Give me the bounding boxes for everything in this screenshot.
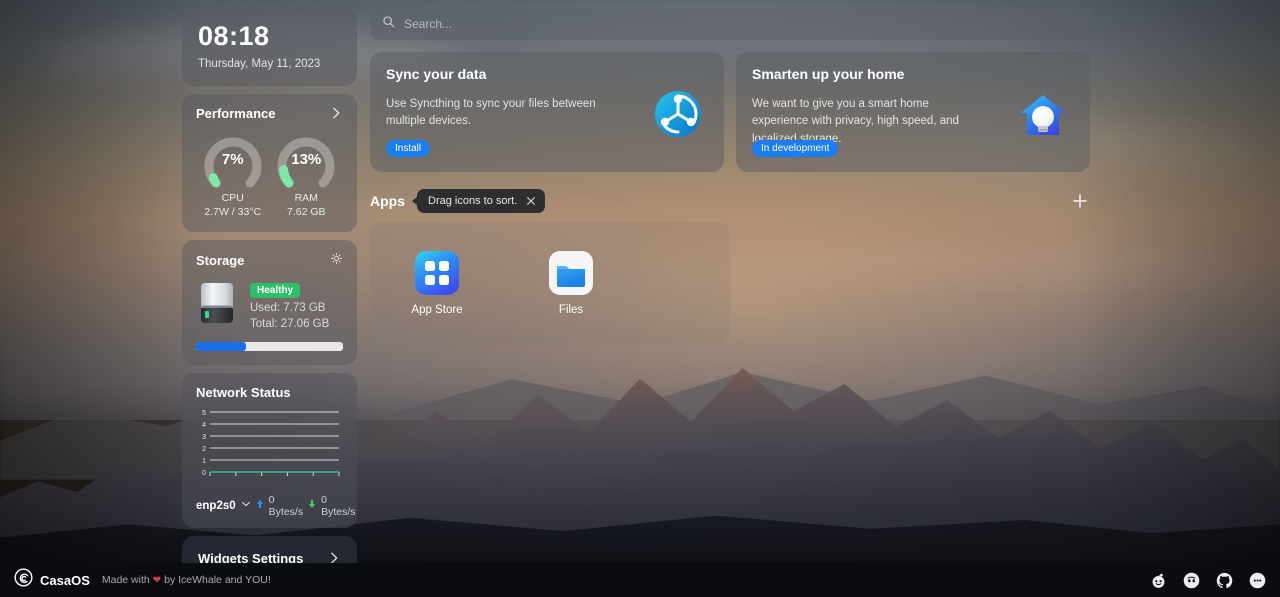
storage-title: Storage <box>196 253 245 269</box>
casaos-whale-icon <box>14 568 33 592</box>
discord-icon[interactable] <box>1183 572 1200 589</box>
clock-widget: 08:18 Thursday, May 11, 2023 <box>182 8 357 86</box>
in-development-badge[interactable]: In development <box>752 140 839 157</box>
close-icon[interactable] <box>526 196 536 206</box>
storage-widget: Storage Healthy Used: 7.73 GB Total: 27.… <box>182 239 357 365</box>
app-name: App Store <box>411 303 463 316</box>
status-badge: Healthy <box>250 282 301 298</box>
social-links <box>1150 572 1266 589</box>
performance-widget[interactable]: Performance 7% CPU 2.7W / 33°C 13% RAM 7… <box>182 93 357 232</box>
svg-text:4: 4 <box>202 422 206 429</box>
plus-icon[interactable] <box>1070 191 1090 211</box>
promo-cards: Sync your data Use Syncthing to sync you… <box>370 52 1090 172</box>
widgets-sidebar: 08:18 Thursday, May 11, 2023 Performance <box>182 8 357 589</box>
files-folder-icon <box>549 250 593 295</box>
hard-drive-icon <box>196 280 238 331</box>
storage-body: Healthy Used: 7.73 GB Total: 27.06 GB <box>196 280 343 331</box>
upload-rate: 0 Bytes/s <box>268 493 304 518</box>
app-name: Files <box>558 303 584 316</box>
made-prefix: Made with <box>101 574 150 586</box>
cpu-gauge-dial: 7% <box>199 129 267 191</box>
performance-gauges: 7% CPU 2.7W / 33°C 13% RAM 7.62 GB <box>196 129 343 218</box>
storage-progress-track <box>196 341 343 351</box>
brand: CasaOS <box>14 568 90 592</box>
promo-title: Sync your data <box>386 66 487 82</box>
storage-total: Total: 27.06 GB <box>250 317 330 330</box>
ram-gauge-sub: 7.62 GB <box>286 205 326 218</box>
app-tile-files[interactable]: Files <box>504 222 638 344</box>
smart-home-icon <box>1018 90 1068 145</box>
main-content: Search... Sync your data Use Syncthing t… <box>370 8 1090 344</box>
made-suffix: by IceWhale and YOU! <box>164 574 271 586</box>
search-icon <box>382 15 395 33</box>
network-status-widget: Network Status 0 1 2 3 4 5 enp2s0 0 Bytes/s 0… <box>182 372 357 528</box>
performance-header: Performance <box>196 106 343 121</box>
cpu-gauge-label: CPU <box>221 191 244 204</box>
promo-title: Smarten up your home <box>752 66 905 82</box>
cpu-gauge: 7% CPU 2.7W / 33°C <box>197 129 269 218</box>
drag-hint-tooltip: Drag icons to sort. <box>417 189 546 213</box>
promo-card-smart-home[interactable]: Smarten up your home We want to give you… <box>736 52 1090 172</box>
github-icon[interactable] <box>1216 572 1233 589</box>
network-interface-name: enp2s0 <box>196 499 236 512</box>
performance-title: Performance <box>196 105 276 121</box>
svg-text:2: 2 <box>202 446 206 453</box>
brand-name: CasaOS <box>40 572 90 588</box>
app-store-icon <box>415 250 459 295</box>
storage-header: Storage <box>196 252 343 270</box>
tooltip-text: Drag icons to sort. <box>428 195 518 207</box>
install-button[interactable]: Install <box>386 140 431 157</box>
network-title: Network Status <box>196 384 291 400</box>
cpu-gauge-value: 7% <box>221 150 244 168</box>
storage-used: Used: 7.73 GB <box>250 301 326 314</box>
syncthing-logo-icon <box>654 90 702 143</box>
arrow-down-icon <box>308 499 316 512</box>
app-tile-app-store[interactable]: App Store <box>370 222 504 344</box>
clock-time: 08:18 <box>198 21 270 51</box>
storage-progress-fill <box>196 341 246 351</box>
network-footer: enp2s0 0 Bytes/s 0 Bytes/s <box>196 493 356 518</box>
chevron-down-icon[interactable] <box>241 499 251 512</box>
heart-icon: ❤ <box>152 574 162 586</box>
ram-gauge-label: RAM <box>294 191 318 204</box>
svg-text:1: 1 <box>202 458 206 465</box>
apps-title: Apps <box>370 193 405 209</box>
svg-text:3: 3 <box>202 434 206 441</box>
ram-gauge: 13% RAM 7.62 GB <box>270 129 342 218</box>
chevron-right-icon[interactable] <box>329 106 343 120</box>
made-with-text: Made with ❤ by IceWhale and YOU! <box>102 574 271 586</box>
reddit-icon[interactable] <box>1150 572 1167 589</box>
gear-icon[interactable] <box>330 252 343 270</box>
search-placeholder: Search... <box>404 17 453 31</box>
arrow-up-icon <box>256 499 264 512</box>
footer-bar: CasaOS Made with ❤ by IceWhale and YOU! <box>0 563 1280 597</box>
cpu-gauge-sub: 2.7W / 33°C <box>204 205 262 218</box>
promo-description: Use Syncthing to sync your files between… <box>386 98 596 128</box>
apps-grid: App Store Files <box>370 222 730 344</box>
search-input[interactable]: Search... <box>370 8 1090 40</box>
storage-info: Healthy Used: 7.73 GB Total: 27.06 GB <box>250 280 329 330</box>
apps-header: Apps Drag icons to sort. <box>370 188 1090 214</box>
network-chart: 0 1 2 3 4 5 <box>196 408 343 486</box>
ram-gauge-dial: 13% <box>272 129 340 191</box>
promo-card-syncthing[interactable]: Sync your data Use Syncthing to sync you… <box>370 52 724 172</box>
forum-icon[interactable] <box>1249 572 1266 589</box>
ram-gauge-value: 13% <box>291 150 322 168</box>
svg-text:5: 5 <box>202 410 206 417</box>
svg-text:0: 0 <box>202 470 206 477</box>
download-rate: 0 Bytes/s <box>321 493 356 518</box>
clock-date: Thursday, May 11, 2023 <box>198 57 321 70</box>
